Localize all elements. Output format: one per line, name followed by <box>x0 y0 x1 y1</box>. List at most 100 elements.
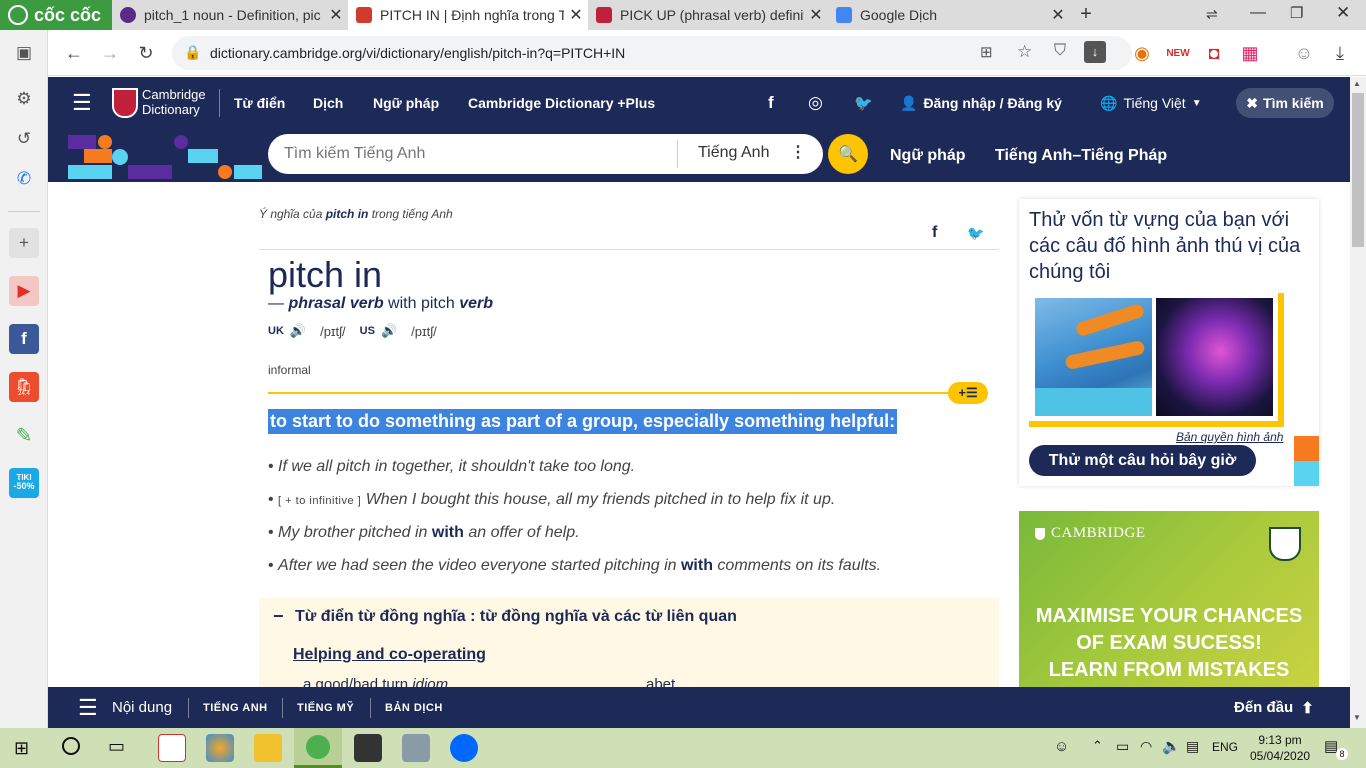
history-icon[interactable]: ↺ <box>9 124 39 154</box>
messenger-icon[interactable]: ✆ <box>9 164 39 194</box>
nav-dictionary[interactable]: Từ điển <box>234 77 285 129</box>
app-icon-paint[interactable] <box>206 734 234 762</box>
reload-icon[interactable]: ↻ <box>132 39 160 67</box>
keyboard-icon[interactable]: ▤ <box>1186 738 1199 755</box>
english-french-link[interactable]: Tiếng Anh–Tiếng Pháp <box>995 129 1167 182</box>
nav-american[interactable]: TIẾNG MỸ <box>297 687 354 728</box>
exam-ad[interactable]: CAMBRIDGE MAXIMISE YOUR CHANCES OF EXAM … <box>1019 511 1319 687</box>
bookmark-star-icon[interactable]: ☆ <box>1017 42 1032 62</box>
back-icon[interactable]: ← <box>60 39 88 67</box>
coccoc-leaf-icon[interactable]: ✎ <box>9 420 39 450</box>
search-language-select[interactable]: Tiếng Anh <box>698 144 769 162</box>
add-icon[interactable]: + <box>9 228 39 258</box>
nav-translations[interactable]: BẢN DỊCH <box>385 687 443 728</box>
share-facebook-icon[interactable]: f <box>932 224 937 242</box>
tab-search-icon[interactable]: ⇌ <box>1206 6 1218 23</box>
definition-text[interactable]: to start to do something as part of a gr… <box>268 409 898 434</box>
shopee-icon[interactable]: 🛍 24.4 <box>9 372 39 402</box>
nav-translate[interactable]: Dịch <box>313 77 343 129</box>
copyright-link[interactable]: Bản quyền hình ảnh <box>1176 430 1283 444</box>
task-view-icon[interactable]: ▭ <box>108 736 125 757</box>
shield-icon[interactable]: ⛉ <box>1054 42 1066 60</box>
tab-pitch-in[interactable]: PITCH IN | Định nghĩa trong T ✕ <box>348 0 588 30</box>
facebook-icon[interactable]: f <box>768 77 774 129</box>
search-input[interactable] <box>284 145 674 163</box>
back-to-top-link[interactable]: Đến đầu ⬆ <box>1234 687 1314 728</box>
close-icon[interactable]: ✕ <box>564 5 588 25</box>
grammar-link[interactable]: Ngữ pháp <box>890 129 966 182</box>
people-icon[interactable]: ☺ <box>1054 738 1069 755</box>
chrome-ext-icon[interactable]: ◉ <box>1128 39 1156 67</box>
close-icon[interactable]: ✕ <box>804 5 828 25</box>
site-logo[interactable]: Cambridge Dictionary <box>142 87 206 117</box>
tab-pick-up[interactable]: PICK UP (phrasal verb) definit ✕ <box>588 0 828 30</box>
new-extension-icon[interactable]: NEW <box>1164 39 1192 67</box>
downloads-icon[interactable]: ⤓ <box>1326 39 1354 67</box>
settings-icon[interactable]: ⚙ <box>9 84 39 114</box>
language-selector[interactable]: 🌐 Tiếng Việt ▼ <box>1100 77 1202 129</box>
ferris-wheel-image[interactable] <box>1156 298 1273 416</box>
thesaurus-link[interactable]: Helping and co-operating <box>293 646 486 664</box>
windows-start-icon[interactable]: ⊞ <box>14 738 29 759</box>
search-button[interactable]: 🔍 <box>828 134 868 174</box>
tiki-icon[interactable]: TIKI -50% <box>9 468 39 498</box>
speaker-uk-icon[interactable]: 🔊 <box>290 323 306 339</box>
close-icon[interactable]: ✕ <box>324 5 348 25</box>
contents-menu-icon[interactable]: ☰ <box>78 687 98 728</box>
scroll-thumb[interactable] <box>1352 93 1364 247</box>
search-icon[interactable] <box>62 737 80 755</box>
minimize-icon[interactable]: — <box>1250 4 1266 22</box>
nav-english[interactable]: TIẾNG ANH <box>203 687 268 728</box>
youtube-icon[interactable]: ▶ <box>9 276 39 306</box>
app-icon-notes[interactable] <box>354 734 382 762</box>
tab-pitch-1[interactable]: pitch_1 noun - Definition, pic ✕ <box>112 0 348 30</box>
translate-icon[interactable]: ⊞ <box>980 43 993 61</box>
wifi-icon[interactable]: ◠ <box>1140 738 1152 755</box>
address-bar[interactable]: 🔒 dictionary.cambridge.org/vi/dictionary… <box>172 36 1132 70</box>
scroll-down-icon[interactable]: ▼ <box>1353 713 1361 722</box>
facebook-icon[interactable]: f <box>9 324 39 354</box>
input-language[interactable]: ENG <box>1212 740 1238 754</box>
download-video-icon[interactable]: ↓ <box>1084 41 1106 63</box>
forward-icon[interactable]: → <box>96 39 124 67</box>
more-options-icon[interactable]: ⋮ <box>790 142 806 162</box>
browser-logo[interactable]: cốc cốc <box>0 0 112 30</box>
window-close-icon[interactable]: ✕ <box>1336 3 1350 23</box>
instagram-icon[interactable]: ◎ <box>808 77 823 129</box>
pos-label[interactable]: phrasal verb <box>288 295 383 312</box>
nav-grammar[interactable]: Ngữ pháp <box>373 77 439 129</box>
profile-avatar[interactable]: ☺ <box>1290 39 1318 67</box>
colorful-extension-icon[interactable]: ▦ <box>1236 39 1264 67</box>
quiz-start-button[interactable]: Thử một câu hỏi bây giờ <box>1029 445 1256 476</box>
water-slide-image[interactable] <box>1035 298 1152 416</box>
new-tab-button[interactable]: + <box>1074 3 1098 27</box>
scroll-up-icon[interactable]: ▲ <box>1353 79 1361 88</box>
thesaurus-title[interactable]: Từ điển từ đồng nghĩa : từ đồng nghĩa và… <box>295 608 737 626</box>
pos2-label[interactable]: verb <box>459 295 493 312</box>
search-toggle-button[interactable]: ✖ Tìm kiếm <box>1236 88 1334 118</box>
nav-plus[interactable]: Cambridge Dictionary +Plus <box>468 77 655 129</box>
close-icon[interactable]: ✕ <box>1046 5 1070 25</box>
zalo-icon[interactable] <box>450 734 478 762</box>
battery-icon[interactable]: ▭ <box>1116 738 1129 755</box>
hamburger-menu-icon[interactable]: ☰ <box>72 77 92 129</box>
add-to-list-button[interactable]: +☰ <box>948 382 988 404</box>
page-scrollbar[interactable]: ▲ ▼ <box>1350 77 1366 728</box>
maximize-icon[interactable]: ❐ <box>1290 4 1303 22</box>
login-link[interactable]: 👤 Đăng nhập / Đăng ký <box>900 77 1062 129</box>
contents-label[interactable]: Nội dung <box>112 687 172 728</box>
tab-google-translate[interactable]: Google Dịch ✕ <box>828 0 1070 30</box>
tray-chevron-icon[interactable]: ⌃ <box>1092 738 1103 754</box>
share-twitter-icon[interactable]: 🐦 <box>967 225 984 242</box>
clock[interactable]: 9:13 pm 05/04/2020 <box>1250 732 1310 764</box>
app-icon-mindmap[interactable] <box>158 734 186 762</box>
volume-icon[interactable]: 🔈 <box>1162 737 1181 755</box>
twitter-icon[interactable]: 🐦 <box>854 77 873 129</box>
file-explorer-icon[interactable] <box>254 734 282 762</box>
coccoc-taskbar-button[interactable] <box>294 728 342 768</box>
collapse-icon[interactable]: − <box>273 606 284 627</box>
speaker-us-icon[interactable]: 🔊 <box>381 323 397 339</box>
sidebar-toggle-icon[interactable]: ▣ <box>9 38 39 68</box>
app-icon-tool[interactable] <box>402 734 430 762</box>
red-extension-icon[interactable]: ◘ <box>1200 39 1228 67</box>
